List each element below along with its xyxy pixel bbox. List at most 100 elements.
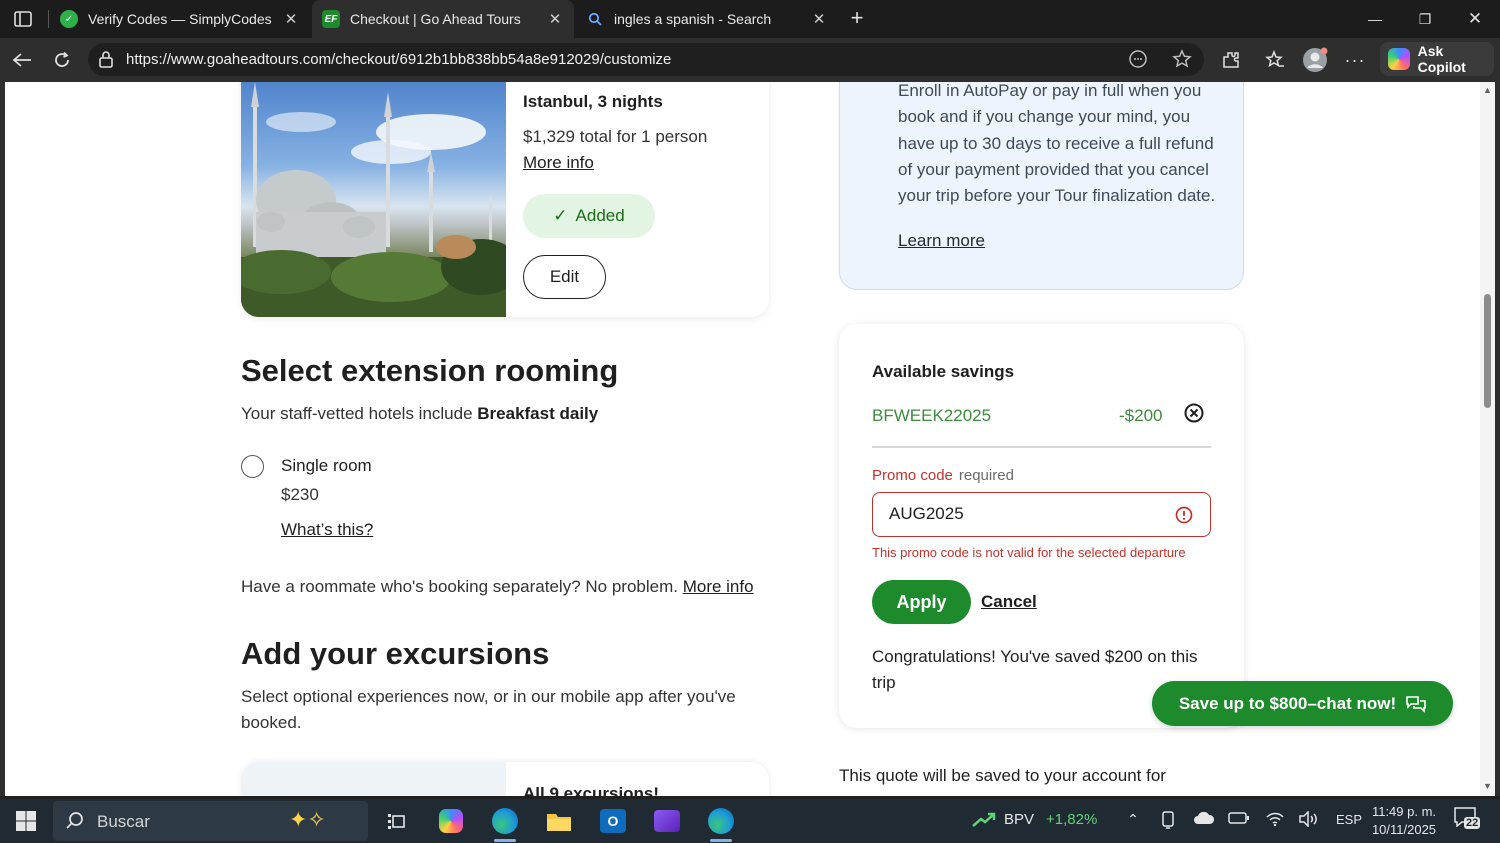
tab-actions-icon[interactable] (10, 6, 36, 32)
rooming-heading: Select extension rooming (241, 353, 619, 388)
edge-icon[interactable] (487, 805, 523, 837)
excursions-card-title: All 9 excursions! (523, 784, 660, 796)
hotel-price: $1,329 total for 1 person (523, 127, 708, 146)
savings-card: Available savings BFWEEK22025 -$200 Prom… (839, 324, 1244, 728)
tab-title: Verify Codes — SimplyCodes (88, 11, 272, 27)
page-viewport: Istanbul, 3 nights $1,329 total for 1 pe… (5, 82, 1480, 796)
search-highlight-icon: ✦✧ (289, 807, 326, 832)
scroll-up-icon[interactable]: ▲ (1483, 85, 1492, 95)
chevron-up-icon[interactable]: ⌃ (1122, 811, 1144, 831)
copilot-label: Ask Copilot (1417, 43, 1466, 75)
apply-button[interactable]: Apply (872, 580, 971, 624)
restore-icon[interactable]: ❐ (1400, 0, 1450, 38)
browser-toolbar: https://www.goaheadtours.com/checkout/69… (0, 38, 1500, 82)
rooming-subtitle: Your staff-vetted hotels include Breakfa… (241, 404, 598, 424)
checkmark-icon: ✓ (553, 206, 568, 225)
stock-widget[interactable]: BPV +1,82% (972, 811, 1097, 828)
close-icon[interactable]: ✕ (810, 10, 828, 28)
stock-name: BPV (1004, 811, 1035, 828)
istanbul-mosque-image (241, 82, 506, 317)
tab-title: Checkout | Go Ahead Tours (350, 11, 521, 27)
task-view-icon[interactable] (378, 805, 414, 837)
savings-amount: -$200 (1119, 406, 1163, 425)
page-scrollbar[interactable]: ▲ ▼ (1480, 82, 1495, 796)
copilot-icon (1388, 48, 1410, 70)
remove-code-icon[interactable] (1183, 402, 1205, 424)
edge-profile-icon[interactable] (703, 805, 739, 837)
single-room-radio[interactable] (241, 455, 264, 478)
address-bar[interactable]: https://www.goaheadtours.com/checkout/69… (88, 43, 1204, 76)
clipchamp-icon[interactable] (649, 805, 685, 837)
profile-avatar[interactable] (1301, 46, 1329, 74)
lock-icon[interactable] (98, 50, 114, 73)
excursions-card[interactable]: All 9 excursions! (241, 762, 769, 796)
close-icon[interactable]: ✕ (546, 10, 564, 28)
file-explorer-icon[interactable] (541, 805, 577, 837)
added-button[interactable]: ✓ Added (523, 194, 655, 238)
promo-code-input[interactable] (889, 504, 1159, 524)
volume-icon[interactable] (1298, 810, 1320, 831)
new-tab-icon[interactable]: + (844, 5, 870, 31)
window-frame-right (1495, 82, 1500, 796)
minimize-icon[interactable]: — (1350, 0, 1400, 38)
autopay-text: Enroll in AutoPay or pay in full when yo… (898, 82, 1216, 206)
hotel-title: Istanbul, 3 nights (523, 92, 663, 111)
notifications-icon[interactable]: 22 (1454, 807, 1482, 833)
promo-code-field[interactable] (872, 492, 1211, 537)
onedrive-icon[interactable] (1193, 811, 1215, 831)
windows-taskbar: Buscar ✦✧ O BPV +1,82% ⌃ ESP 11:49 p. m.… (0, 799, 1500, 843)
simplycodes-icon: ✓ (60, 10, 78, 28)
excursions-subtitle: Select optional experiences now, or in o… (241, 687, 736, 732)
language-indicator[interactable]: ESP (1336, 812, 1362, 827)
cancel-button[interactable]: Cancel (981, 592, 1037, 612)
battery-icon[interactable] (1228, 811, 1250, 831)
clock-time: 11:49 p. m. (1371, 804, 1437, 819)
whats-this-link[interactable]: What’s this? (281, 520, 373, 540)
taskbar-search[interactable]: Buscar ✦✧ (53, 801, 368, 841)
close-icon[interactable]: ✕ (282, 10, 300, 28)
edit-button[interactable]: Edit (523, 255, 606, 299)
copilot-app-icon[interactable] (433, 805, 469, 837)
learn-more-link[interactable]: Learn more (898, 231, 985, 251)
active-app-indicator (494, 839, 516, 842)
windows-start-icon[interactable] (8, 805, 44, 837)
favorite-star-icon[interactable] (1172, 49, 1192, 74)
more-options-icon[interactable]: ··· (1341, 46, 1369, 74)
divider (872, 446, 1211, 448)
tab-goahead-checkout[interactable]: EF Checkout | Go Ahead Tours ✕ (312, 0, 574, 38)
single-room-label[interactable]: Single room (281, 456, 372, 476)
back-icon[interactable] (8, 46, 36, 74)
quote-saved-note: This quote will be saved to your account… (839, 766, 1166, 785)
stock-up-icon (972, 812, 996, 827)
chat-bubbles-icon (1406, 695, 1426, 713)
scroll-thumb[interactable] (1484, 294, 1491, 408)
tab-separator (48, 10, 49, 28)
promo-error-message: This promo code is not valid for the sel… (872, 545, 1186, 560)
tab-simplycodes[interactable]: ✓ Verify Codes — SimplyCodes ✕ (50, 0, 310, 38)
tab-title: ingles a spanish - Search (614, 11, 772, 27)
roommate-more-info-link[interactable]: More info (683, 577, 754, 596)
search-icon (586, 10, 604, 28)
system-clock[interactable]: 11:49 p. m. 10/11/2025 (1368, 803, 1440, 839)
hotel-more-info-link[interactable]: More info (523, 153, 594, 173)
favorites-icon[interactable] (1261, 46, 1289, 74)
reader-icon[interactable] (1128, 49, 1148, 74)
extensions-icon[interactable] (1217, 46, 1245, 74)
stock-change: +1,82% (1046, 811, 1098, 828)
outlook-icon[interactable]: O (595, 805, 631, 837)
ask-copilot-button[interactable]: Ask Copilot (1380, 42, 1494, 76)
tab-search[interactable]: ingles a spanish - Search ✕ (576, 0, 838, 38)
excursion-image (241, 762, 506, 796)
active-app-indicator (710, 839, 732, 842)
refresh-icon[interactable] (48, 46, 76, 74)
url-text: https://www.goaheadtours.com/checkout/69… (126, 51, 672, 68)
chat-now-button[interactable]: Save up to $800–chat now! (1152, 681, 1453, 726)
wifi-icon[interactable] (1264, 811, 1286, 831)
window-close-icon[interactable]: ✕ (1450, 0, 1500, 38)
available-savings-title: Available savings (872, 362, 1015, 381)
meet-now-icon[interactable] (1157, 811, 1179, 831)
search-placeholder: Buscar (97, 812, 150, 831)
promo-required-text: required (958, 467, 1014, 484)
scroll-down-icon[interactable]: ▼ (1483, 781, 1492, 791)
browser-tab-strip: ✓ Verify Codes — SimplyCodes ✕ EF Checko… (0, 0, 1500, 38)
